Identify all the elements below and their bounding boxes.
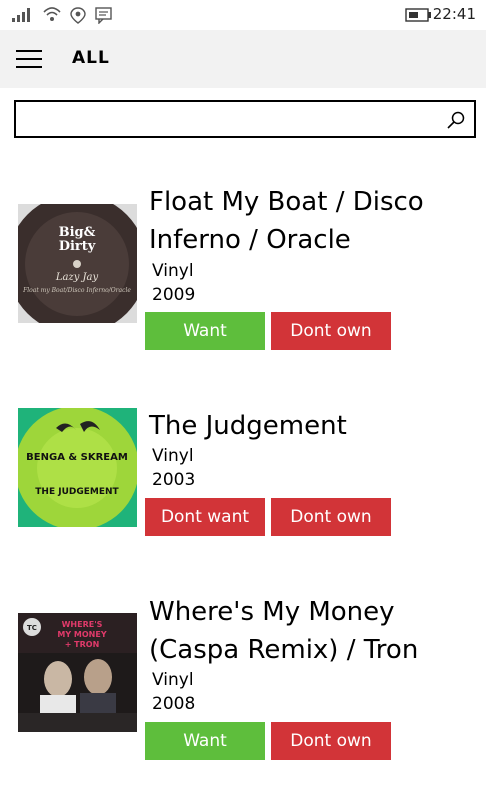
app-header: ALL (0, 30, 486, 88)
svg-text:Float my Boat/Disco Inferno/Or: Float my Boat/Disco Inferno/Oracle (22, 287, 131, 294)
hamburger-icon-line (16, 58, 42, 60)
signal-icon (12, 8, 30, 22)
item-year: 2009 (152, 285, 196, 305)
svg-text:THE JUDGEMENT: THE JUDGEMENT (35, 487, 119, 497)
hamburger-icon-line (16, 66, 42, 68)
item-year: 2003 (152, 470, 196, 490)
item-format: Vinyl (152, 261, 194, 281)
dont-own-button[interactable]: Dont own (271, 498, 391, 536)
cover-logo-text: Big& (59, 225, 96, 240)
want-button[interactable]: Want (145, 722, 265, 760)
dont-own-button[interactable]: Dont own (271, 722, 391, 760)
hamburger-icon (16, 50, 42, 52)
wifi-icon (43, 7, 61, 21)
dont-want-button[interactable]: Dont want (145, 498, 265, 536)
message-icon (95, 7, 112, 24)
want-button[interactable]: Want (145, 312, 265, 350)
search-icon[interactable] (446, 110, 466, 130)
album-cover-image: Big& Dirty Lazy Jay Float my Boat/Disco … (18, 204, 137, 323)
item-year: 2008 (152, 694, 196, 714)
svg-text:TC: TC (27, 624, 37, 632)
svg-text:Lazy Jay: Lazy Jay (55, 272, 99, 283)
svg-text:WHERE'S: WHERE'S (62, 620, 103, 629)
svg-text:Dirty: Dirty (59, 239, 96, 254)
item-title: The Judgement (149, 411, 347, 441)
item-format: Vinyl (152, 670, 194, 690)
album-cover-image: BENGA & SKREAM THE JUDGEMENT (18, 408, 137, 527)
search-input[interactable] (22, 106, 436, 132)
hamburger-menu-button[interactable] (16, 50, 42, 68)
location-icon (70, 7, 86, 24)
item-title: Float My Boat / Disco Inferno / Oracle (149, 187, 424, 255)
status-bar: 22:41 (0, 0, 486, 30)
album-cover-image: WHERE'S MY MONEY + TRON TC (18, 613, 137, 732)
page-title: ALL (72, 48, 110, 68)
search-box (14, 100, 476, 138)
svg-text:+ TRON: + TRON (65, 640, 100, 649)
clock: 22:41 (432, 5, 476, 23)
svg-text:MY MONEY: MY MONEY (57, 630, 106, 639)
svg-text:BENGA & SKREAM: BENGA & SKREAM (26, 452, 128, 463)
battery-icon (405, 8, 431, 22)
item-title: Where's My Money (Caspa Remix) / Tron (149, 597, 419, 665)
dont-own-button[interactable]: Dont own (271, 312, 391, 350)
item-format: Vinyl (152, 446, 194, 466)
